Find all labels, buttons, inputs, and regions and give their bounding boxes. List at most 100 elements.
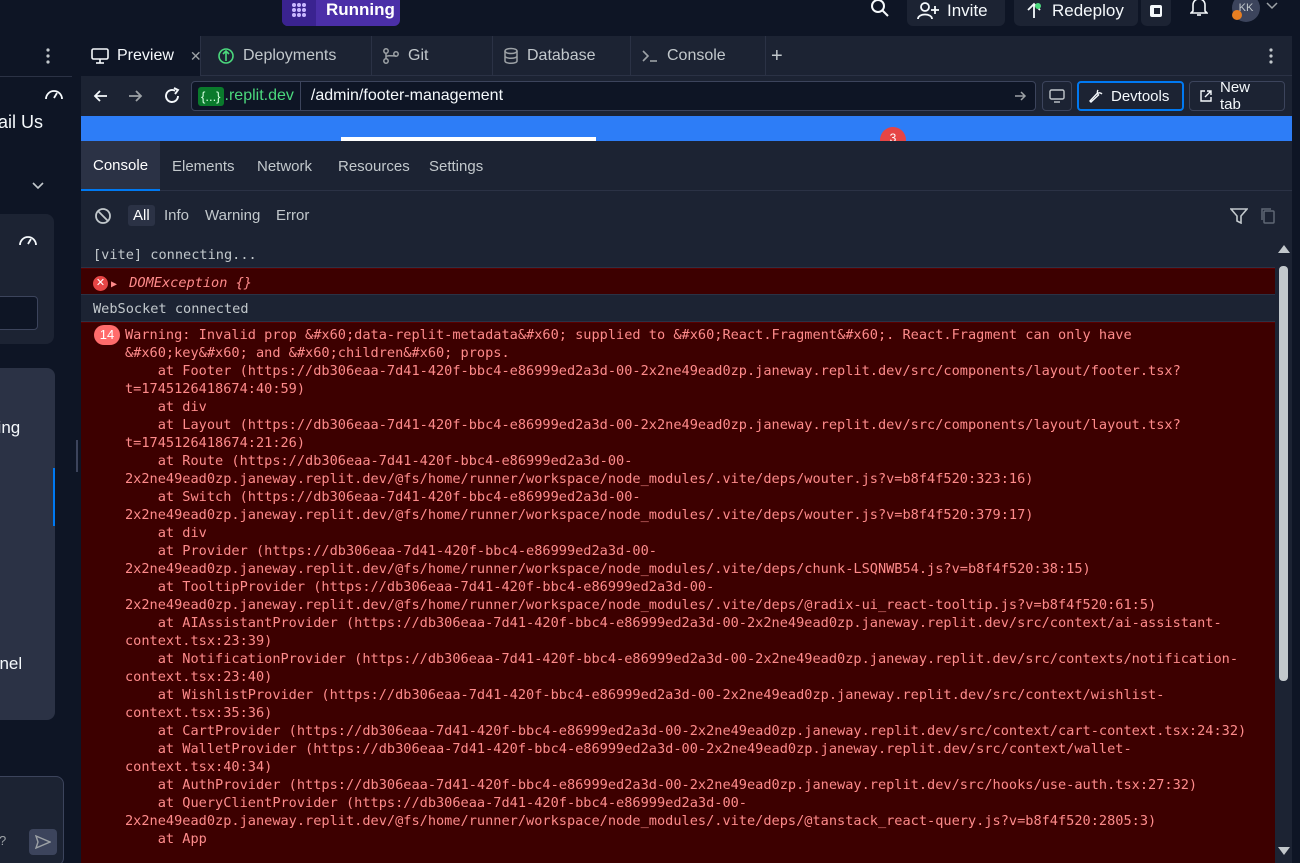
left-pane: ail Us iling anel ? [0,36,72,863]
left-input[interactable] [0,296,38,330]
redeploy-icon [1024,2,1044,20]
left-card [0,214,54,344]
workspace-tabbar: Preview ✕ Deployments Git Database Conso… [81,36,1292,76]
devtools-tab-resources[interactable]: Resources [326,141,422,191]
console-icon [641,48,659,64]
monitor-icon [91,48,109,64]
scroll-up-icon[interactable] [1278,245,1290,253]
tab-console[interactable]: Console [631,36,766,76]
wrench-icon [1089,89,1103,103]
devtools-tab-elements[interactable]: Elements [160,141,247,191]
devtools-button[interactable]: Devtools [1077,81,1184,111]
url-path-input[interactable]: /admin/footer-management [301,87,1013,105]
go-arrow-icon[interactable] [1013,89,1035,103]
url-host: {...} .replit.dev [192,82,301,110]
devtools-tab-network[interactable]: Network [245,141,324,191]
search-icon[interactable] [870,0,890,18]
refresh-icon[interactable] [162,86,182,106]
run-button[interactable]: Running [282,0,400,26]
tab-label: Deployments [243,47,337,64]
resize-handle[interactable] [76,440,78,472]
more-vertical-icon[interactable] [1269,48,1273,64]
filter-all[interactable]: All [128,205,155,226]
url-field[interactable]: {...} .replit.dev /admin/footer-manageme… [191,81,1036,111]
scroll-down-icon[interactable] [1278,847,1290,855]
forward-icon[interactable] [127,88,143,104]
gauge-icon [18,232,38,248]
back-icon[interactable] [93,88,109,104]
tab-label: Database [527,47,596,64]
devtools-tab-settings[interactable]: Settings [417,141,495,191]
divider [0,76,72,77]
log-text: [vite] connecting... [93,247,257,263]
more-vertical-icon[interactable] [46,48,50,64]
new-tab-label: New tab [1220,79,1251,113]
bell-icon[interactable] [1190,0,1208,17]
clear-console-icon[interactable] [94,207,112,225]
top-bar: Running Invite Redeploy KK [0,0,1300,36]
log-text: DOMException {} [129,275,252,291]
tab-label: Preview [117,47,174,64]
preview-page-header: 3 [81,116,1292,141]
copy-icon[interactable] [1260,207,1276,225]
devtools-label: Devtools [1111,87,1170,105]
run-button-label: Running [326,0,395,19]
tab-label: Console [667,47,726,64]
chat-input-placeholder: ? [0,833,6,848]
error-icon: ✕ [93,276,108,291]
new-tab-button[interactable]: New tab [1189,79,1285,113]
url-bar: {...} .replit.dev /admin/footer-manageme… [81,76,1292,116]
chevron-down-icon[interactable] [32,182,44,190]
console-log-row: WebSocket connected [81,295,1275,322]
avatar[interactable]: KK [1232,0,1260,22]
console-warning-row: 14 Warning: Invalid prop &#x60;data-repl… [81,322,1275,863]
console-error-row[interactable]: ✕ ▶ DOMException {} [81,268,1275,295]
running-icon [282,0,316,26]
left-panel-card: iling anel [0,368,55,720]
tab-database[interactable]: Database [493,36,631,76]
external-link-icon [1199,89,1213,103]
console-output: [vite] connecting... ✕ ▶ DOMException {}… [81,241,1275,863]
add-user-icon [917,2,939,20]
scroll-thumb[interactable] [1279,266,1288,681]
main-pane: Preview ✕ Deployments Git Database Conso… [81,36,1292,863]
tab-deployments[interactable]: Deployments [207,36,372,76]
git-icon [382,47,400,65]
panel-toggle-icon[interactable] [1141,0,1171,26]
filter-error[interactable]: Error [276,207,309,224]
host-badge: {...} [198,86,224,106]
deployments-icon [217,47,235,65]
device-preview-button[interactable] [1042,81,1072,111]
chevron-down-icon[interactable] [1266,2,1278,10]
monitor-icon [1049,89,1065,103]
repeat-count-badge: 14 [94,325,120,345]
console-filter-bar: All Info Warning Error [81,191,1292,241]
send-icon[interactable] [29,829,57,855]
notification-count-badge: 3 [880,127,906,141]
redeploy-button[interactable]: Redeploy [1014,0,1138,26]
host-text: .replit.dev [224,87,294,104]
gauge-icon [44,86,64,102]
console-log-row: [vite] connecting... [81,241,1275,268]
left-text-1: ail Us [0,112,44,132]
filter-info[interactable]: Info [164,207,189,224]
selection-indicator [53,468,55,526]
tab-git[interactable]: Git [372,36,493,76]
console-scrollbar[interactable] [1275,241,1292,863]
tab-preview[interactable]: Preview ✕ [81,36,202,76]
filter-warning[interactable]: Warning [205,207,260,224]
warning-stack-text: Warning: Invalid prop &#x60;data-replit-… [125,327,1247,847]
chat-input-box[interactable]: ? [0,776,64,863]
add-tab-icon[interactable]: + [771,45,783,68]
devtools-tab-console[interactable]: Console [81,141,160,191]
expand-triangle-icon[interactable]: ▶ [111,279,117,290]
close-icon[interactable]: ✕ [190,48,202,65]
avatar-status-dot [1232,10,1242,20]
database-icon [503,47,519,65]
filter-icon[interactable] [1230,208,1248,224]
left-text-3: anel [0,654,23,673]
devtools-tabbar: Console Elements Network Resources Setti… [81,141,1292,191]
invite-label: Invite [947,1,988,20]
invite-button[interactable]: Invite [907,0,1005,26]
redeploy-label: Redeploy [1052,1,1124,20]
